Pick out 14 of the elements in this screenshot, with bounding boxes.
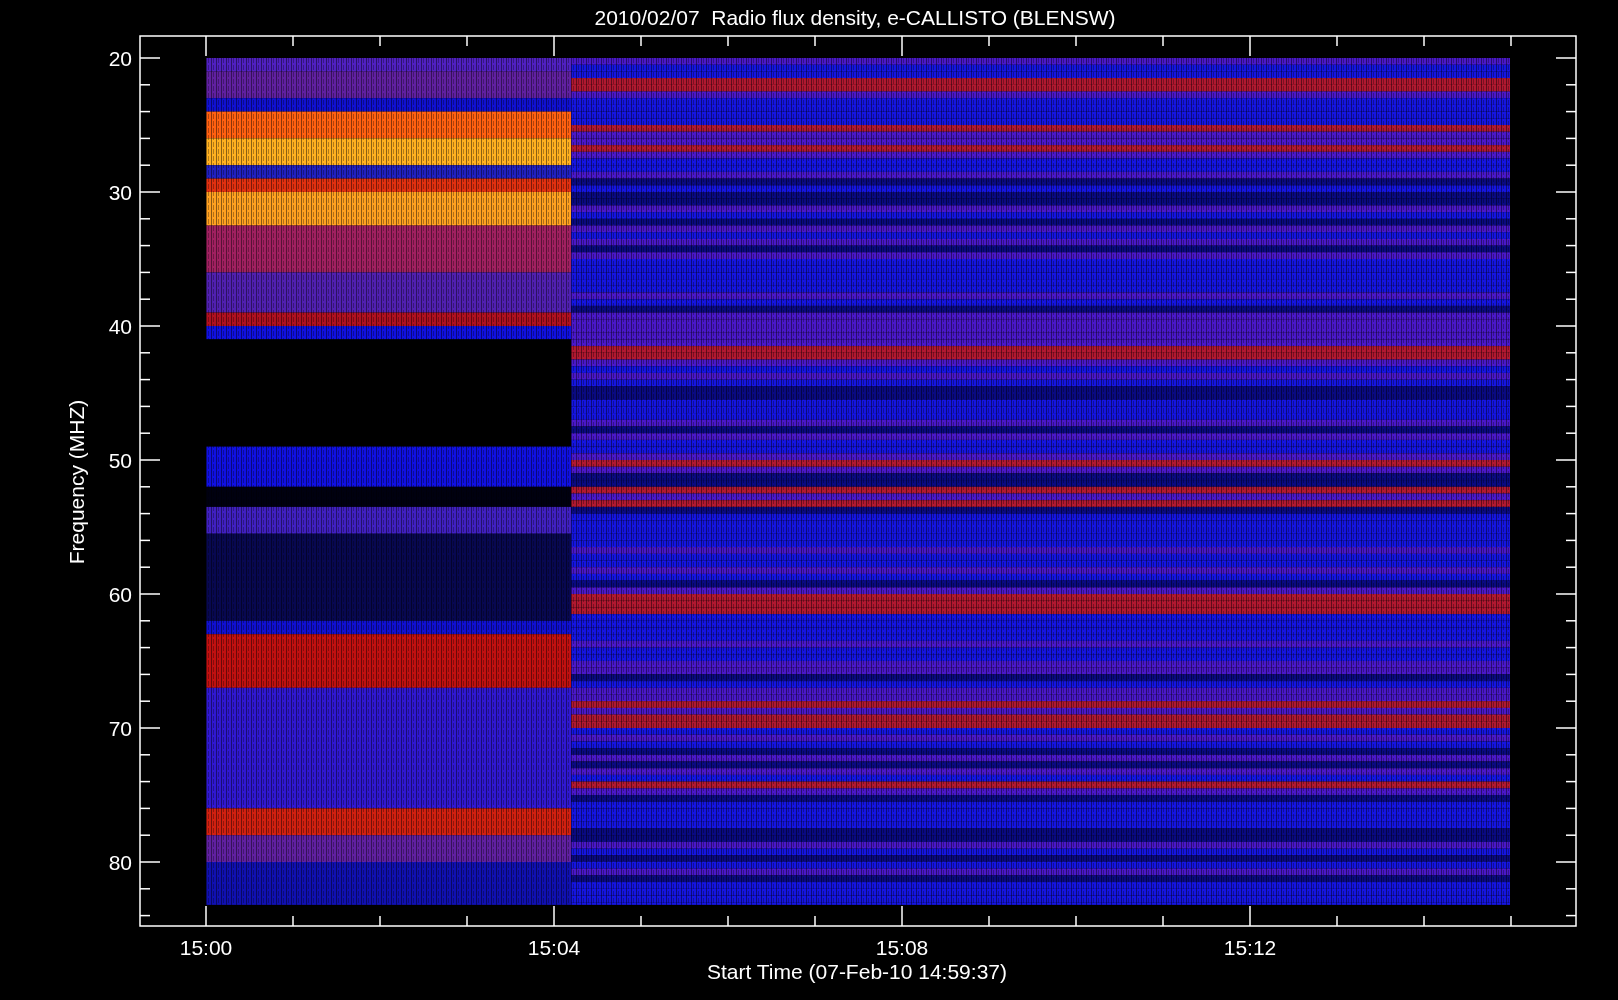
axis-tick-label: 50 xyxy=(108,449,132,472)
axis-tick-label: 30 xyxy=(108,181,132,204)
axis-label: Frequency (MHZ) xyxy=(65,399,88,565)
axis-label: Start Time (07-Feb-10 14:59:37) xyxy=(707,960,1007,983)
axis-tick-label: 80 xyxy=(108,851,132,874)
axis-tick-label: 15:12 xyxy=(1223,936,1277,959)
axis-tick-label: 15:00 xyxy=(179,936,233,959)
axis-tick-label: 40 xyxy=(108,315,132,338)
axis-tick-label: 20 xyxy=(108,47,132,70)
axis-tick-label: 70 xyxy=(108,717,132,740)
axis-tick-label: 15:04 xyxy=(527,936,581,959)
axis-tick-label: 60 xyxy=(108,583,132,606)
axis-tick-label: 15:08 xyxy=(875,936,929,959)
plot-title: 2010/02/07 Radio flux density, e-CALLISTO (BLENSW) xyxy=(594,6,1116,29)
